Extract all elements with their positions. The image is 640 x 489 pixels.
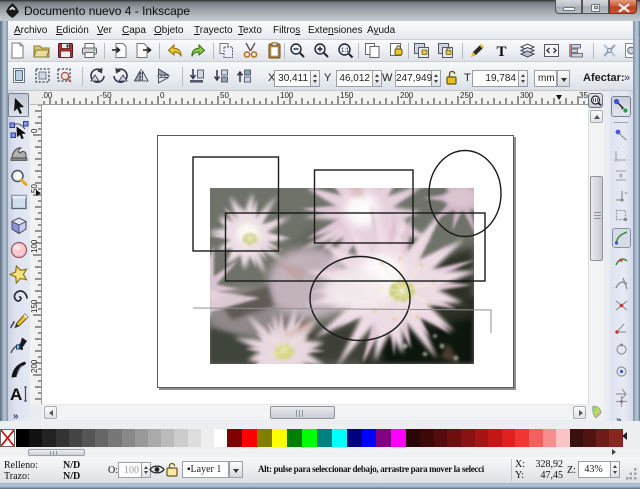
svg-text:150: 150 <box>30 299 39 313</box>
svg-text:0: 0 <box>160 91 165 100</box>
svg-text:100: 100 <box>280 91 294 100</box>
svg-text:50: 50 <box>220 91 229 100</box>
svg-text:350: 350 <box>579 91 588 100</box>
svg-text:0: 0 <box>30 128 39 133</box>
svg-text:200: 200 <box>30 359 39 373</box>
svg-text:A: A <box>10 385 22 404</box>
svg-text:100: 100 <box>42 91 53 100</box>
svg-text:T: T <box>497 44 507 59</box>
svg-text:150: 150 <box>340 91 354 100</box>
svg-text:-50: -50 <box>100 91 112 100</box>
svg-text:300: 300 <box>520 91 534 100</box>
svg-text:1:1: 1:1 <box>341 48 350 54</box>
svg-text:100: 100 <box>30 239 39 253</box>
svg-text:200: 200 <box>400 91 414 100</box>
svg-text:250: 250 <box>460 91 474 100</box>
